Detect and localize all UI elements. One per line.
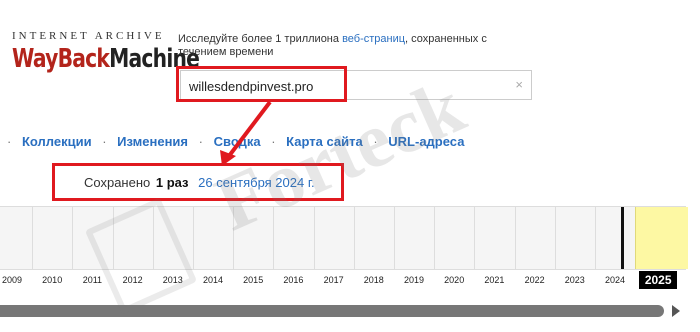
annotation-arrow	[220, 100, 272, 166]
